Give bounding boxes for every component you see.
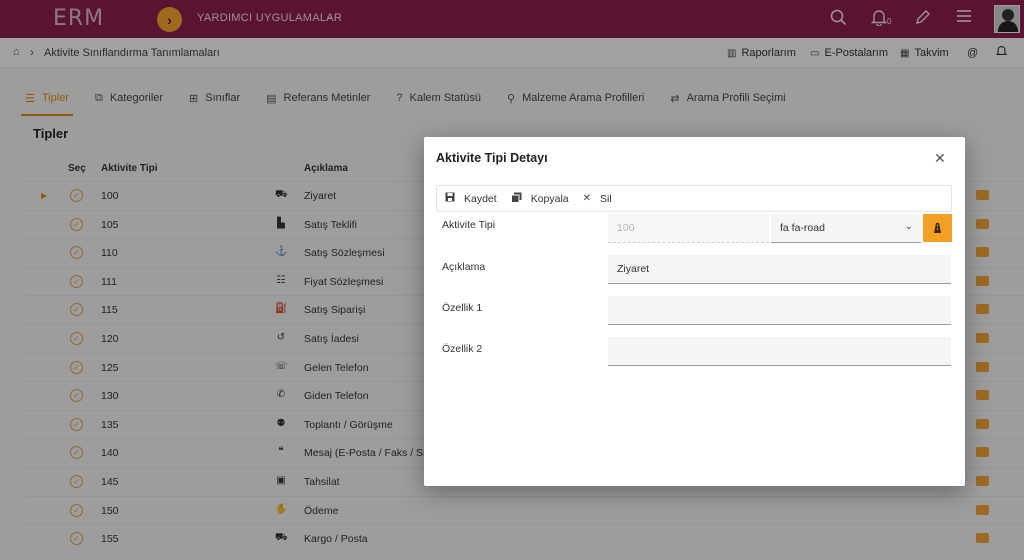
dialog-toolbar: Kaydet Kopyala ✕ Sil — [436, 185, 952, 212]
floppy-icon — [445, 192, 455, 205]
activity-type-detail-dialog: Aktivite Tipi Detayı ✕ Kaydet Kopyala ✕ … — [424, 137, 965, 486]
property2-input[interactable] — [608, 337, 951, 366]
icon-select[interactable]: fa fa-road ⌄ — [771, 214, 921, 243]
times-icon: ✕ — [582, 193, 592, 204]
delete-label: Sil — [600, 192, 612, 205]
delete-button[interactable]: ✕ Sil — [583, 193, 612, 205]
save-button[interactable]: Kaydet — [445, 192, 497, 205]
close-icon[interactable]: ✕ — [934, 150, 946, 167]
chevron-down-icon: ⌄ — [904, 221, 913, 232]
copy-label: Kopyala — [530, 192, 569, 205]
description-label: Açıklama — [442, 261, 486, 273]
property1-input[interactable] — [608, 296, 951, 325]
road-icon-button[interactable] — [923, 214, 952, 242]
copy-button[interactable]: Kopyala — [510, 192, 569, 206]
save-label: Kaydet — [464, 192, 497, 205]
description-input[interactable]: Ziyaret — [608, 255, 951, 284]
property2-label: Özellik 2 — [442, 343, 483, 355]
copy-icon — [510, 192, 522, 206]
type-label: Aktivite Tipi — [442, 219, 496, 231]
property1-label: Özellik 1 — [442, 302, 483, 314]
type-code-input[interactable]: 100 — [608, 214, 769, 243]
icon-select-value: fa fa-road — [780, 222, 825, 234]
dialog-title: Aktivite Tipi Detayı — [436, 151, 548, 165]
